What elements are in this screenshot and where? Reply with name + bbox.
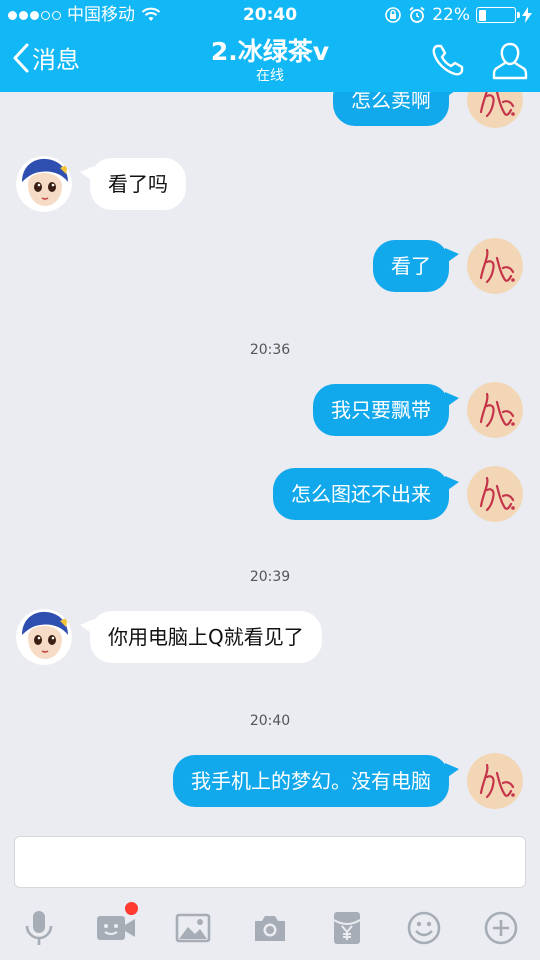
- voice-button[interactable]: [15, 904, 63, 952]
- video-call-button[interactable]: [92, 902, 140, 952]
- battery-icon: [476, 7, 520, 23]
- input-area: [0, 824, 540, 960]
- message-row: 看了吗: [0, 154, 540, 214]
- alarm-icon: [409, 6, 425, 23]
- carrier-name: 中国移动: [67, 5, 135, 25]
- my-avatar[interactable]: [467, 238, 523, 294]
- message-bubble-incoming[interactable]: 看了吗: [80, 158, 186, 210]
- red-packet-button[interactable]: [323, 904, 371, 952]
- more-button[interactable]: [477, 904, 525, 952]
- more-icon: [484, 911, 518, 945]
- image-icon: [175, 913, 211, 943]
- camera-button[interactable]: [246, 904, 294, 952]
- battery-percent: 22%: [432, 5, 470, 25]
- message-timestamp: 20:36: [249, 342, 291, 358]
- message-row: 怎么图还不出来: [0, 464, 540, 524]
- emoji-button[interactable]: [400, 904, 448, 952]
- red-packet-icon: [333, 912, 361, 944]
- notification-badge: [125, 902, 138, 915]
- message-bubble-outgoing[interactable]: 怎么图还不出来: [273, 468, 459, 520]
- video-call-icon: [97, 916, 135, 940]
- message-bubble-outgoing[interactable]: 我只要飘带: [313, 384, 459, 436]
- charging-icon: [522, 7, 532, 23]
- signal-strength-icon: [8, 10, 61, 20]
- message-bubble-outgoing[interactable]: 我手机上的梦幻。没有电脑: [173, 755, 459, 807]
- profile-icon: [492, 42, 528, 80]
- message-timestamp: 20:39: [249, 569, 291, 585]
- orientation-lock-icon: [385, 7, 402, 23]
- message-row: 看了: [0, 236, 540, 296]
- profile-button[interactable]: [492, 40, 528, 86]
- message-row: 你用电脑上Q就看见了: [0, 607, 540, 667]
- message-timestamp: 20:40: [249, 713, 291, 729]
- top-bar: 中国移动 20:40 22% 消息 2.冰绿茶v 在线: [0, 0, 540, 92]
- contact-avatar[interactable]: [16, 609, 72, 665]
- emoji-icon: [407, 911, 441, 945]
- message-row: 我只要飘带: [0, 380, 540, 440]
- my-avatar[interactable]: [467, 382, 523, 438]
- image-button[interactable]: [169, 904, 217, 952]
- chat-toolbar: [0, 900, 540, 956]
- phone-icon: [432, 44, 464, 76]
- phone-call-button[interactable]: [430, 42, 466, 82]
- wifi-icon: [141, 7, 161, 21]
- my-avatar[interactable]: [467, 466, 523, 522]
- status-bar: 中国移动 20:40 22%: [0, 0, 540, 30]
- contact-avatar[interactable]: [16, 156, 72, 212]
- message-bubble-outgoing[interactable]: 看了: [373, 240, 459, 292]
- my-avatar[interactable]: [467, 753, 523, 809]
- message-row: 我手机上的梦幻。没有电脑: [0, 751, 540, 811]
- message-input[interactable]: [14, 836, 526, 888]
- microphone-icon: [25, 911, 53, 945]
- message-bubble-incoming[interactable]: 你用电脑上Q就看见了: [80, 611, 322, 663]
- camera-icon: [255, 916, 285, 941]
